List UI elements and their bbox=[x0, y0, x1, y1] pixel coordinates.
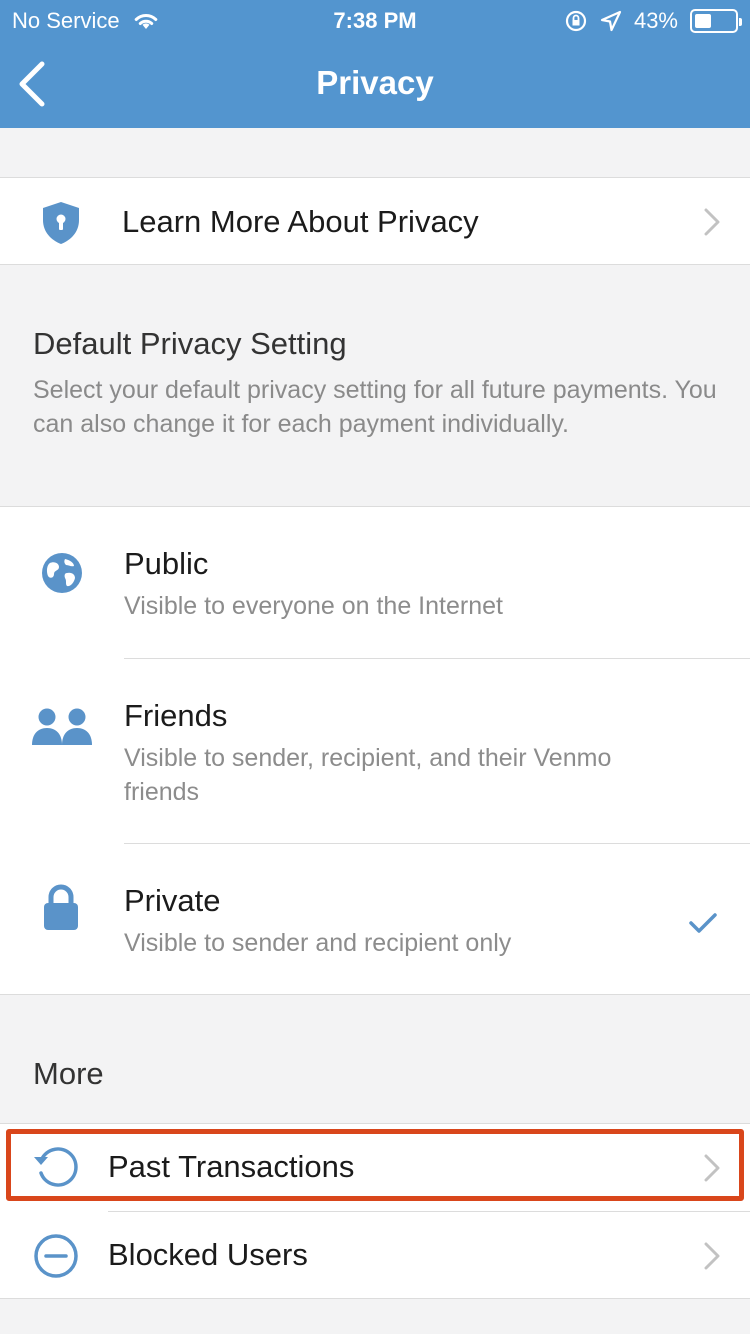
history-icon bbox=[34, 1147, 78, 1187]
default-privacy-title: Default Privacy Setting bbox=[33, 326, 347, 361]
status-right: 43% bbox=[564, 8, 742, 34]
past-transactions-row[interactable]: Past Transactions bbox=[0, 1124, 750, 1211]
globe-icon bbox=[42, 553, 82, 593]
status-bar: No Service 7:38 PM 43% bbox=[0, 0, 750, 40]
location-icon bbox=[600, 10, 622, 32]
learn-more-label: Learn More About Privacy bbox=[122, 204, 479, 239]
privacy-option-description: Visible to sender, recipient, and their … bbox=[124, 744, 612, 806]
privacy-option-description: Visible to everyone on the Internet bbox=[124, 592, 503, 620]
privacy-option-label: Private bbox=[124, 883, 221, 918]
privacy-option-label: Friends bbox=[124, 698, 228, 733]
battery-icon bbox=[690, 9, 742, 33]
privacy-option-friends[interactable]: Friends Visible to sender, recipient, an… bbox=[0, 659, 750, 843]
chevron-right-icon bbox=[704, 1242, 720, 1270]
orientation-lock-icon bbox=[565, 10, 587, 32]
battery-percent: 43% bbox=[633, 8, 678, 33]
page-title: Privacy bbox=[316, 64, 434, 101]
privacy-option-public[interactable]: Public Visible to everyone on the Intern… bbox=[0, 507, 750, 658]
more-list: Past Transactions Blocked Users bbox=[0, 1123, 750, 1299]
checkmark-icon bbox=[689, 913, 717, 933]
more-item-label: Past Transactions bbox=[108, 1149, 355, 1184]
more-item-label: Blocked Users bbox=[108, 1237, 308, 1272]
privacy-option-description: Visible to sender and recipient only bbox=[124, 929, 512, 957]
more-title: More bbox=[33, 1056, 104, 1091]
friends-icon bbox=[32, 708, 92, 745]
battery-level bbox=[695, 14, 712, 28]
learn-more-row[interactable]: Learn More About Privacy bbox=[0, 177, 750, 265]
chevron-right-icon bbox=[704, 1154, 720, 1182]
privacy-option-label: Public bbox=[124, 546, 209, 581]
blocked-users-row[interactable]: Blocked Users bbox=[0, 1212, 750, 1299]
privacy-options: Public Visible to everyone on the Intern… bbox=[0, 506, 750, 995]
app-header: No Service 7:38 PM 43% Privacy bbox=[0, 0, 750, 128]
lock-icon bbox=[44, 884, 78, 930]
shield-icon bbox=[43, 202, 79, 244]
default-privacy-description: Select your default privacy setting for … bbox=[33, 376, 717, 438]
chevron-right-icon bbox=[704, 208, 720, 236]
privacy-option-private[interactable]: Private Visible to sender and recipient … bbox=[0, 844, 750, 995]
blocked-icon bbox=[34, 1234, 78, 1278]
